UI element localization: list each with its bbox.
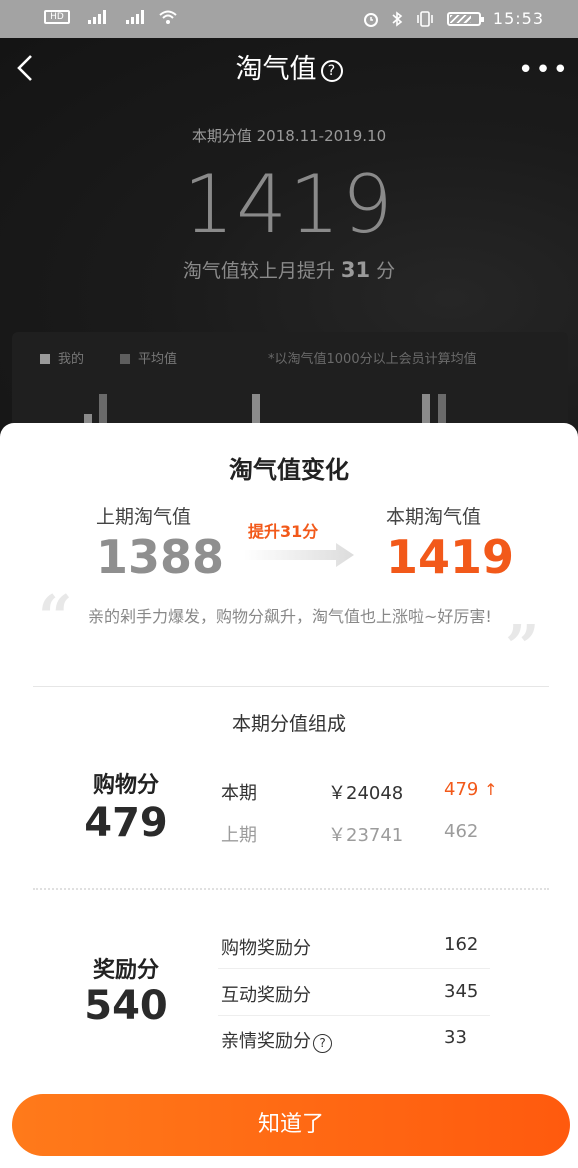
reward-row-name: 互动奖励分 — [221, 985, 311, 1006]
reward-score-value: 540 — [84, 983, 168, 1029]
got-it-button[interactable]: 知道了 — [12, 1094, 570, 1156]
reward-row-name: 亲情奖励分? — [221, 1027, 332, 1053]
sim-icon: HD — [44, 10, 70, 24]
page-title: 淘气值? — [0, 52, 578, 88]
quote-close-icon: ” — [505, 613, 540, 683]
row-divider — [218, 1015, 490, 1016]
shopping-score-value: 479 — [84, 800, 168, 846]
more-button[interactable]: ••• — [518, 52, 570, 88]
reward-row-name: 购物奖励分 — [221, 938, 311, 959]
rise-label: 提升31分 — [248, 522, 319, 541]
increase-summary: 淘气值较上月提升 31 分 — [0, 256, 578, 283]
previous-score-value: 1388 — [96, 530, 225, 584]
shopping-row-amount: ￥24048 — [328, 783, 404, 804]
help-icon[interactable]: ? — [320, 60, 343, 82]
help-icon[interactable]: ? — [313, 1034, 332, 1053]
current-score-value: 1419 — [386, 530, 515, 584]
bluetooth-icon — [392, 10, 403, 27]
chart-legend: 我的 平均值 — [40, 348, 177, 367]
reward-row-score: 162 — [444, 934, 479, 955]
divider — [33, 888, 549, 890]
sheet-title: 淘气值变化 — [229, 456, 349, 484]
signal-4g-icon — [82, 10, 108, 24]
chart-bar-mine — [422, 394, 430, 424]
vibrate-icon — [417, 10, 433, 27]
legend-mine: 我的 — [40, 348, 84, 367]
current-score: 1419 — [183, 158, 395, 251]
reward-row-score: 345 — [444, 981, 479, 1002]
signal-4g-icon — [120, 10, 146, 24]
battery-icon — [446, 11, 484, 26]
chart-note: *以淘气值1000分以上会员计算均值 — [268, 352, 477, 367]
praise-message: 亲的剁手力爆发，购物分飙升，淘气值也上涨啦~好厉害! — [88, 607, 492, 626]
shopping-row-period: 本期 — [221, 783, 257, 804]
shopping-row-amount: ￥23741 — [328, 825, 404, 846]
status-time: 15:53 — [492, 9, 544, 28]
period-label: 本期分值 2018.11-2019.10 — [191, 127, 387, 145]
quote-open-icon: “ — [38, 583, 73, 653]
shopping-row-score: 462 — [444, 821, 479, 842]
page-title-text: 淘气值 — [235, 54, 317, 85]
reward-row-score: 33 — [444, 1027, 467, 1048]
composition-title: 本期分值组成 — [231, 713, 346, 735]
shopping-score-label: 购物分 — [92, 773, 159, 798]
alarm-icon — [363, 12, 378, 27]
increase-value: 31 — [340, 258, 371, 282]
arrow-up-icon: ↑ — [484, 780, 498, 799]
wifi-icon — [159, 10, 177, 24]
status-bar: HD 15:53 — [0, 0, 578, 38]
reward-score-label: 奖励分 — [92, 958, 159, 983]
chart-bar-average — [438, 394, 446, 424]
legend-average: 平均值 — [120, 348, 177, 367]
divider — [33, 686, 549, 687]
chart-bar-average — [99, 394, 107, 424]
shopping-row-score: 479 ↑ — [444, 779, 498, 800]
increase-suffix: 分 — [376, 260, 396, 282]
previous-score-label: 上期淘气值 — [96, 506, 192, 528]
row-divider — [218, 968, 490, 969]
arrow-right-icon — [244, 543, 354, 567]
current-score-label: 本期淘气值 — [386, 506, 482, 528]
chart-bar-mine — [252, 394, 260, 424]
shopping-row-period: 上期 — [221, 825, 257, 846]
increase-prefix: 淘气值较上月提升 — [182, 260, 335, 282]
